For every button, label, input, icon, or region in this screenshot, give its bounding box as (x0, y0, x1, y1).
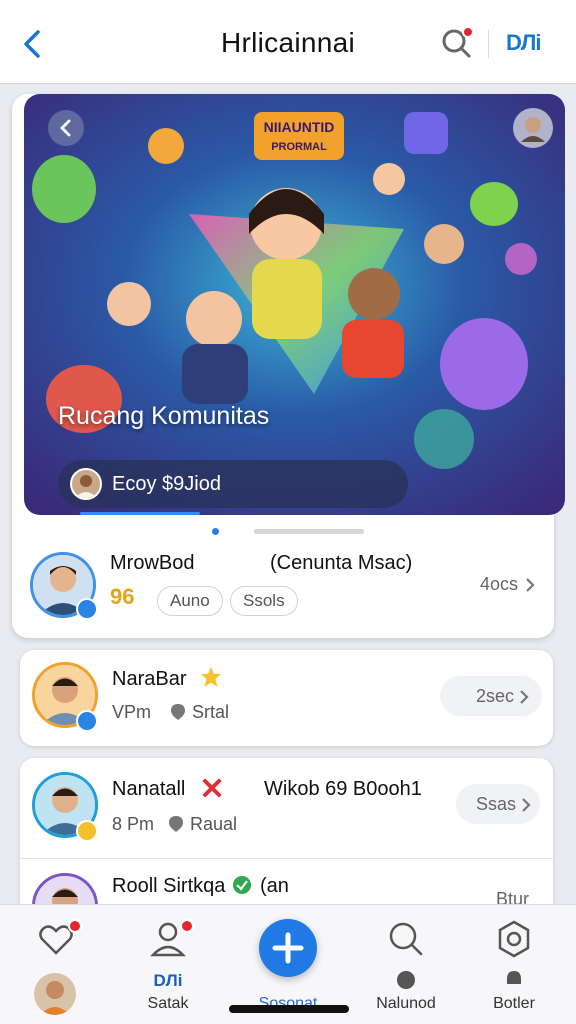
event-pill-label: Ecoy $9Jiod (112, 473, 221, 495)
top-app-bar: Hrlicainnai DЛi (0, 0, 576, 84)
feed-location: Srtal (192, 702, 230, 722)
avatar-icon (75, 475, 97, 498)
brand-logo[interactable]: DЛi (506, 30, 541, 56)
tag-chip[interactable]: Ssols (230, 586, 298, 616)
feed-time-line: 8 Pm (112, 814, 155, 834)
bell-icon (507, 971, 521, 984)
chat-bubble-icon (397, 971, 415, 989)
feed-time: Ssas (476, 794, 517, 814)
pager-dot-active[interactable] (212, 528, 219, 535)
feed-name: Nanatall (112, 778, 186, 800)
verified-badge-icon (76, 598, 98, 620)
chevron-right-icon (522, 798, 531, 812)
carousel-pager (12, 526, 554, 536)
feed-time: 4ocs (480, 574, 519, 594)
hero-title: Rucang Komunitas (58, 402, 270, 430)
community-card: NIIAUNTID PRORMAL Rucang Komunitas Ecoy … (12, 94, 565, 640)
feed-time: 2sec (476, 686, 515, 706)
tab-profile[interactable]: DЛi Satak (120, 905, 216, 1024)
chevron-left-icon (60, 119, 71, 137)
tab-search[interactable]: Nalunod (358, 905, 454, 1024)
avatar (34, 973, 76, 1015)
hero-banner[interactable]: NIIAUNTID PRORMAL Rucang Komunitas Ecoy … (24, 94, 565, 515)
pager-bar[interactable] (254, 529, 364, 534)
svg-text:NIIAUNTID: NIIAUNTID (264, 119, 335, 135)
list-item[interactable]: NaraBar VPm Srtal 2sec (20, 650, 553, 746)
feed-name: MrowBod (110, 552, 195, 574)
feed-name: NaraBar (112, 668, 187, 690)
feed-name: Rooll Sirtkqa (112, 875, 226, 897)
feed-time-line: VPm (112, 702, 152, 722)
hero-progress (80, 512, 200, 515)
notification-badge (68, 919, 82, 933)
hero-illustration: NIIAUNTID PRORMAL (24, 94, 565, 515)
feed-location: Raual (190, 814, 238, 834)
avatar-icon (521, 117, 545, 142)
feed-name-extra: (an (260, 875, 289, 897)
list-item[interactable]: Nanatall Wikob 69 B0ooh1 8 Pm Raual Ssas (20, 758, 553, 858)
check-circle-icon (233, 876, 251, 894)
search-icon (389, 922, 423, 956)
page-title: Hrlicainnai (220, 27, 356, 58)
feed-name-extra: Wikob 69 B0ooh1 (264, 778, 422, 800)
notification-dot (462, 26, 474, 38)
feed-name-extra: (Cenunta Msac) (270, 552, 413, 574)
tab-label: Satak (147, 995, 189, 1012)
divider (488, 30, 489, 58)
location-pin-icon (169, 816, 183, 832)
settings-icon (498, 920, 530, 958)
event-pill[interactable]: Ecoy $9Jiod (58, 460, 408, 508)
tag-chip[interactable]: Auno (157, 586, 223, 616)
location-pin-icon (171, 704, 185, 720)
svg-text:PRORMAL: PRORMAL (271, 141, 327, 153)
hero-profile-button[interactable] (513, 108, 553, 148)
chevron-right-icon (520, 690, 529, 704)
verified-badge-icon (76, 710, 98, 732)
tab-settings[interactable]: Botler (466, 905, 562, 1024)
tab-label: Botler (493, 995, 535, 1012)
avatar (70, 468, 102, 500)
notification-badge (180, 919, 194, 933)
chevron-right-icon (526, 578, 535, 592)
avatar-image (40, 981, 70, 1015)
hero-back-button[interactable] (48, 110, 84, 146)
star-icon (201, 667, 221, 687)
list-item[interactable]: MrowBod (Cenunta Msac) 96 Auno Ssols 4oc… (12, 540, 554, 640)
close-icon (203, 779, 221, 797)
verified-badge-icon (76, 820, 98, 842)
feed-prefix-badge: 96 (110, 584, 135, 609)
home-indicator (229, 1005, 349, 1013)
tab-activity[interactable] (4, 905, 100, 1024)
tab-label: Nalunod (376, 995, 436, 1012)
tab-sub-label: DЛi (153, 971, 183, 990)
